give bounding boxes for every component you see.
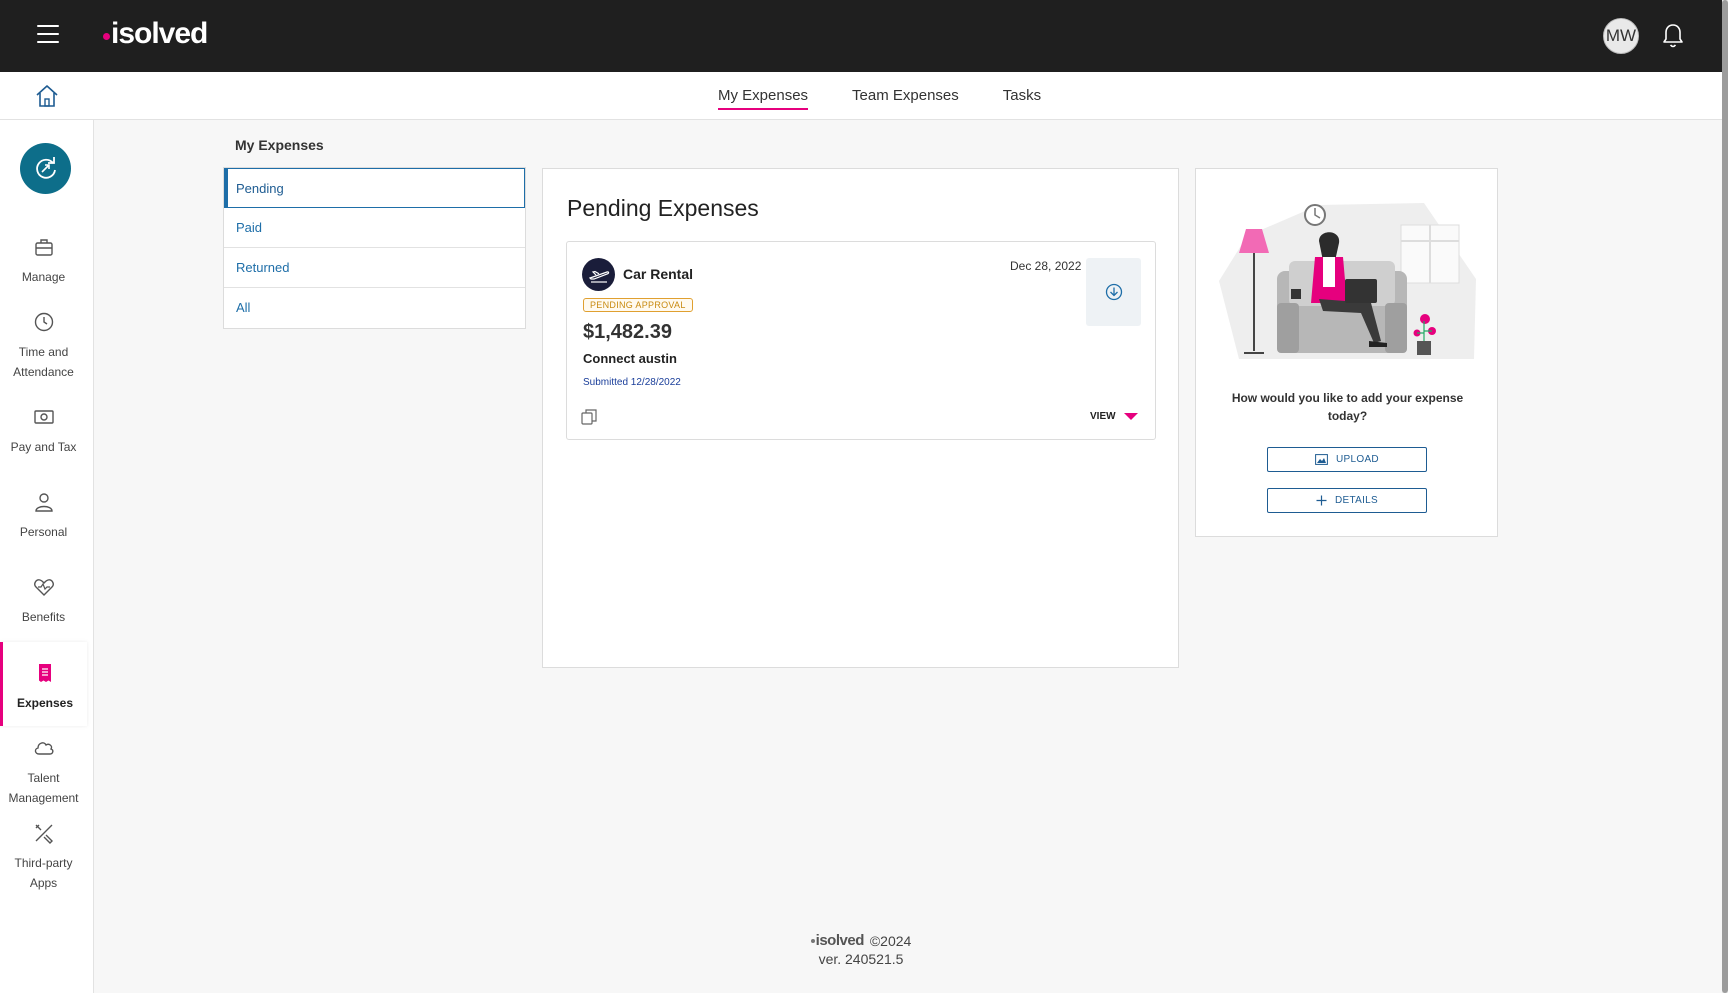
receipt-icon [39,664,51,682]
expense-merchant: Connect austin [583,351,677,366]
expense-date: Dec 28, 2022 [1010,259,1082,273]
download-button[interactable] [1086,258,1141,326]
filter-paid[interactable]: Paid [224,208,525,248]
expense-category: Car Rental [623,266,694,282]
top-bar: isolved MW [0,0,1722,72]
status-badge: PENDING APPROVAL [583,298,693,312]
briefcase-icon [34,239,53,256]
sidebar-item-label: Talent Management [8,771,79,805]
details-label: DETAILS [1334,495,1379,506]
tab-my-expenses[interactable]: My Expenses [718,72,809,120]
sidebar-item-talent-management[interactable]: Talent Management [0,737,87,808]
copy-icon[interactable] [580,408,598,426]
bell-icon[interactable] [1661,22,1685,50]
sidebar-item-label: Manage [21,270,66,284]
tab-tasks[interactable]: Tasks [1003,72,1041,120]
sidebar-item-label: Benefits [21,610,66,624]
tab-bar: My Expenses Team Expenses Tasks [718,72,1085,120]
expense-filter-list: Pending Paid Returned All [223,167,526,329]
footer-version: ver. 240521.5 [818,951,904,967]
plus-icon [1316,495,1327,506]
scrollbar[interactable] [1722,0,1728,993]
refresh-icon [35,156,56,179]
tools-icon [35,824,53,844]
heart-icon [33,579,54,596]
scrollbar-thumb[interactable] [1722,0,1728,993]
expense-amount: $1,482.39 [583,321,672,343]
filter-pending[interactable]: Pending [224,168,525,208]
cloud-icon [34,742,53,755]
view-button[interactable]: VIEW [1090,411,1138,422]
footer: isolved ©2024 ver. 240521.5 [700,932,1022,967]
expense-card[interactable]: Car Rental Dec 28, 2022 PENDING APPROVAL… [566,241,1156,440]
sidebar-item-label: Expenses [16,696,74,710]
logo-text: isolved [111,17,208,50]
panel-title: Pending Expenses [567,195,759,221]
sidebar-item-manage[interactable]: Manage [0,236,87,287]
footer-copyright: ©2024 [869,932,912,949]
sidebar: Manage Time and Attendance Pay and Tax P… [0,120,94,993]
view-label: VIEW [1090,411,1116,422]
isolved-logo[interactable]: isolved [103,14,208,54]
sidebar-item-personal[interactable]: Personal [0,491,87,542]
car-rental-icon [582,258,615,291]
image-icon [1315,454,1328,465]
sidebar-item-benefits[interactable]: Benefits [0,576,87,627]
money-icon [33,410,54,424]
pending-expenses-panel: Pending Expenses Car Rental Dec 28, 2022… [542,168,1179,668]
sidebar-item-time-and-attendance[interactable]: Time and Attendance [0,311,87,382]
expense-submitted-date: Submitted 12/28/2022 [583,377,681,388]
caret-down-icon [1123,413,1138,420]
sidebar-item-expenses[interactable]: Expenses [0,642,87,726]
download-icon [1105,283,1122,301]
clock-icon [34,312,53,332]
sidebar-item-label: Personal [19,525,68,539]
add-expense-question: How would you like to add your expense t… [1231,391,1464,423]
section-title: My Expenses [235,137,324,153]
avatar[interactable]: MW [1603,18,1639,54]
woman-on-sofa-illustration [1219,203,1476,359]
filter-returned[interactable]: Returned [224,248,525,288]
tab-team-expenses[interactable]: Team Expenses [852,72,959,120]
details-button[interactable]: DETAILS [1267,488,1427,513]
hamburger-icon[interactable] [37,25,59,43]
upload-button[interactable]: UPLOAD [1267,447,1427,472]
home-icon[interactable] [34,84,60,108]
sidebar-item-label: Time and Attendance [13,345,74,379]
person-icon [34,493,53,512]
sidebar-item-pay-and-tax[interactable]: Pay and Tax [0,406,87,457]
footer-logo: isolved [810,932,865,949]
filter-all[interactable]: All [224,288,525,328]
add-expense-panel: How would you like to add your expense t… [1195,168,1498,537]
upload-label: UPLOAD [1336,454,1379,465]
refresh-button[interactable] [20,143,71,194]
sidebar-item-label: Third-party Apps [14,856,73,890]
footer-logo-text: isolved [815,932,865,949]
sidebar-item-third-party-apps[interactable]: Third-party Apps [0,822,87,893]
sub-header: My Expenses Team Expenses Tasks [0,72,1722,120]
sidebar-item-label: Pay and Tax [10,440,77,454]
logo-dot [103,32,110,40]
